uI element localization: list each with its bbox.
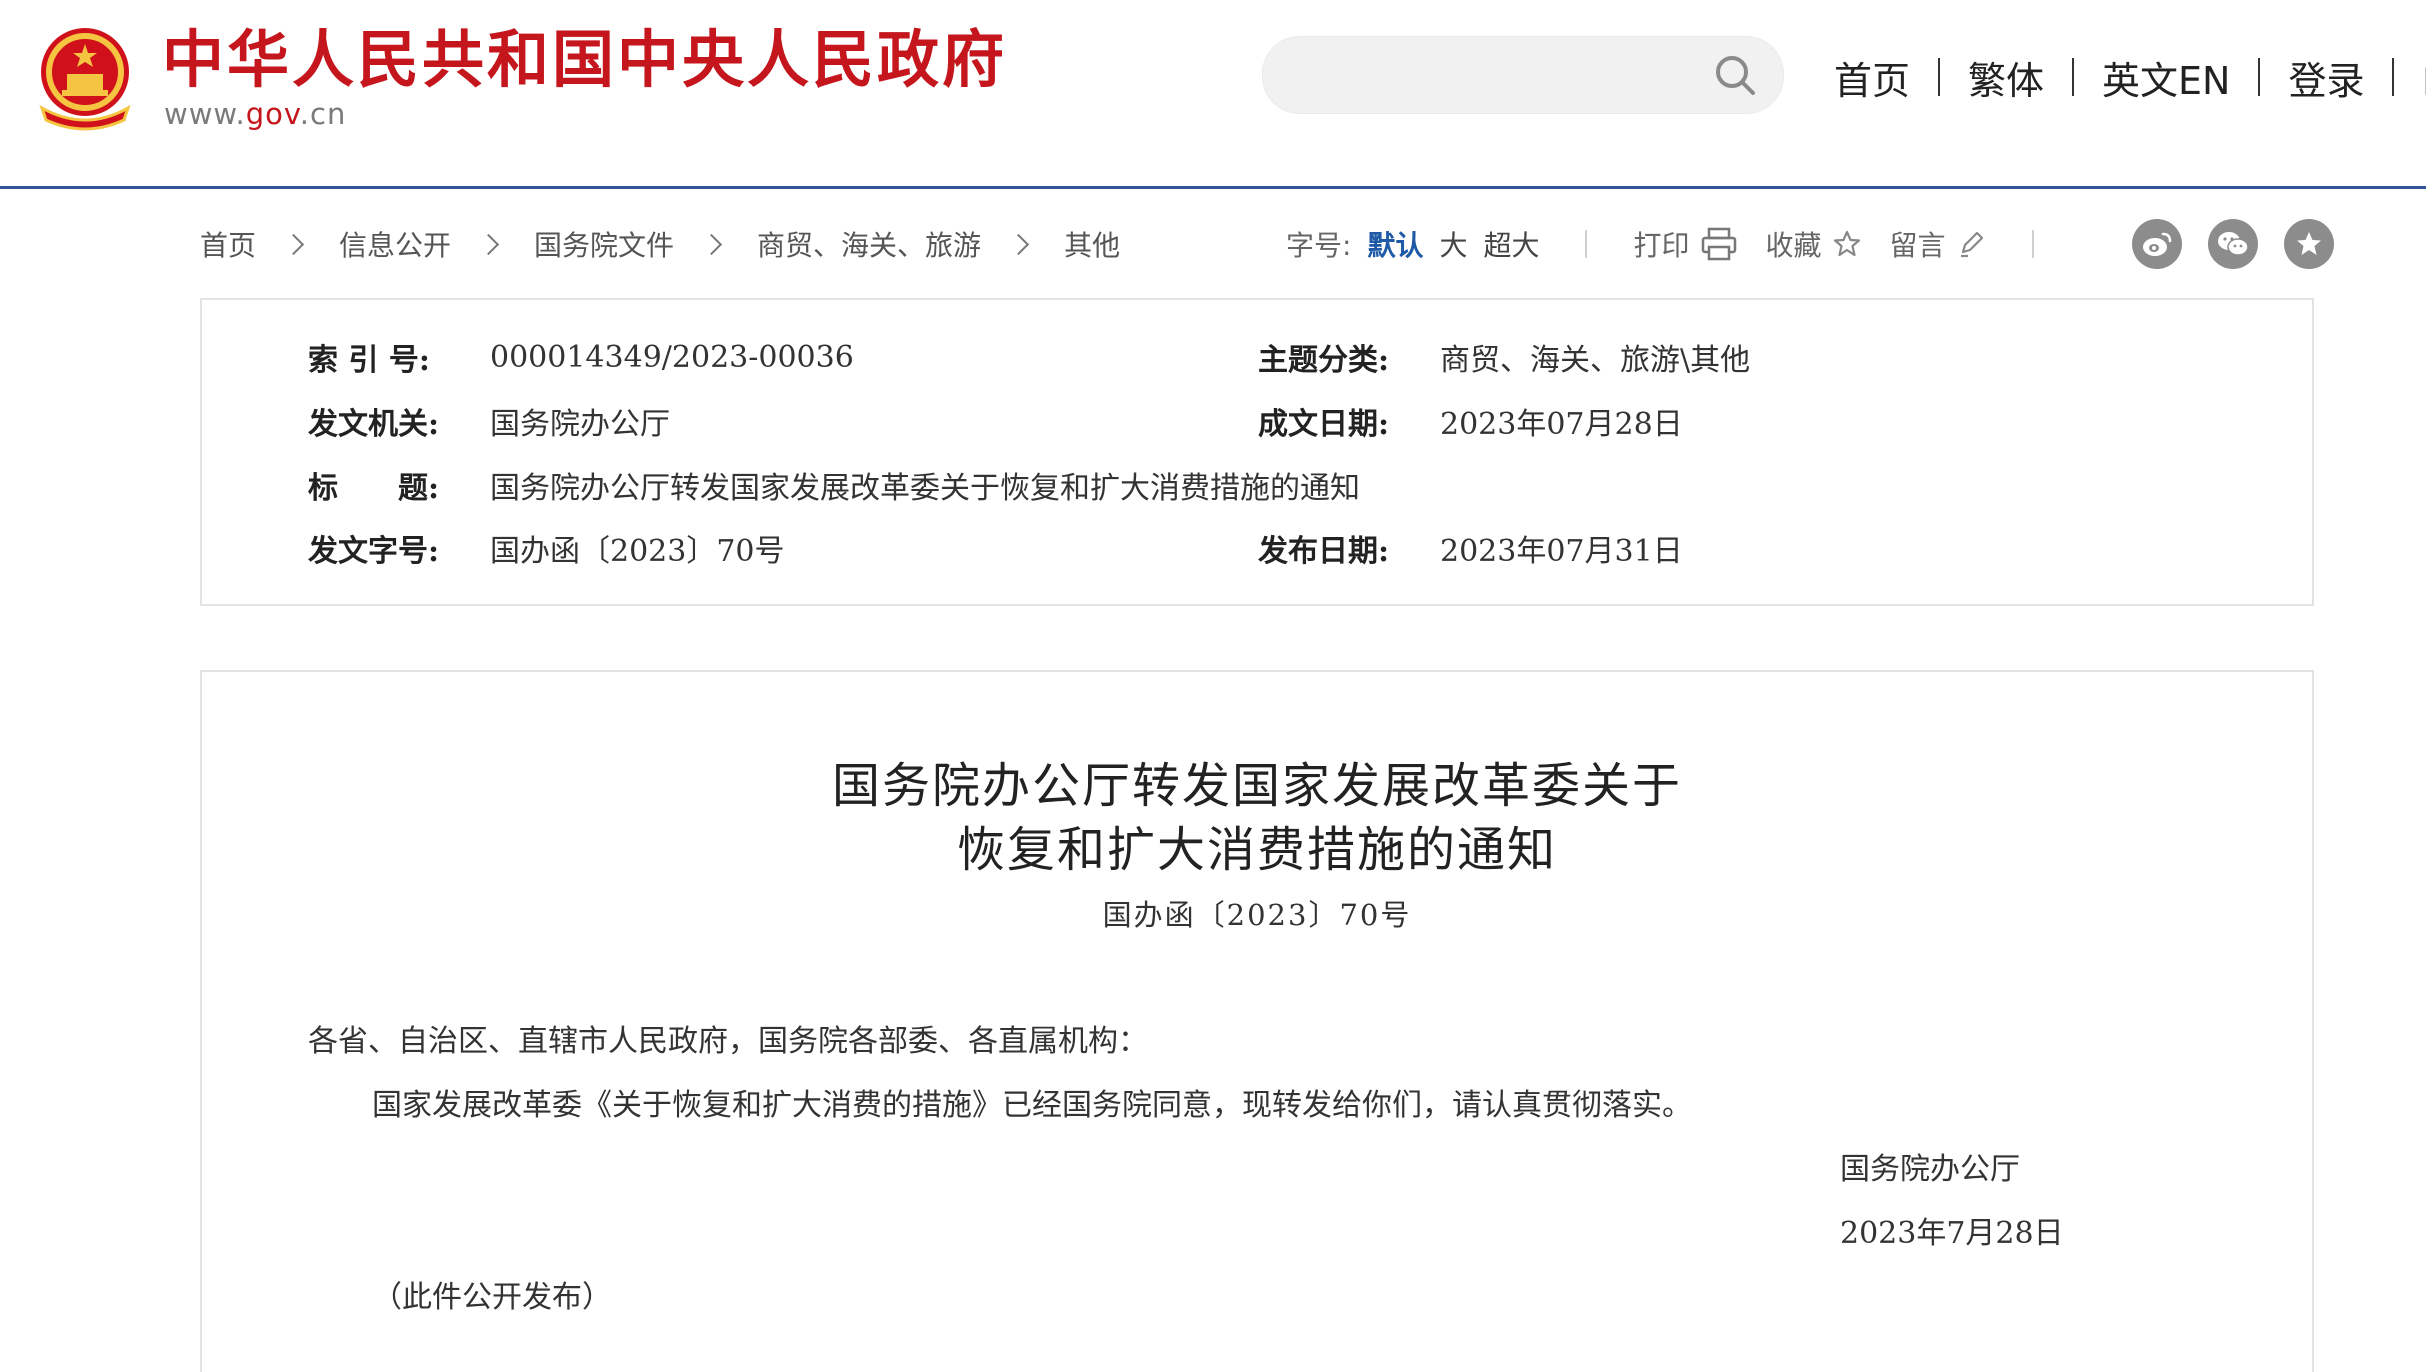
meta-title-label: 标 题: <box>308 471 440 506</box>
search-icon[interactable] <box>1711 51 1759 99</box>
favorite-button[interactable]: 收藏 <box>1766 224 1862 264</box>
breadcrumb-state-council-docs[interactable]: 国务院文件 <box>534 224 674 264</box>
article-paragraph: 国家发展改革委《关于恢复和扩大消费的措施》已经国务院同意，现转发给你们，请认真贯… <box>372 1088 1692 1123</box>
domain-prefix: www. <box>164 97 246 131</box>
breadcrumb-trade-customs-tourism[interactable]: 商贸、海关、旅游 <box>757 224 981 264</box>
article-title-line-1: 国务院办公厅转发国家发展改革委关于 <box>831 758 1682 814</box>
star-icon <box>1833 230 1860 257</box>
national-emblem-icon[interactable] <box>32 22 138 132</box>
chevron-right-icon <box>1007 233 1030 255</box>
bookmark-share-button[interactable] <box>2284 219 2334 269</box>
print-label: 打印 <box>1633 229 1690 262</box>
document-metadata: 索 引 号: 000014349/2023-00036 主题分类: 商贸、海关、… <box>200 298 2314 606</box>
breadcrumb-info-disclosure[interactable]: 信息公开 <box>339 224 451 264</box>
meta-topic-value: 商贸、海关、旅游\其他 <box>1440 343 1751 378</box>
wechat-icon <box>2218 232 2249 256</box>
top-nav: 首页 繁体 英文EN 登录 邮 <box>1834 42 2426 112</box>
meta-topic: 主题分类: 商贸、海关、旅游\其他 <box>1258 335 1750 379</box>
article-toolbar: 首页 信息公开 国务院文件 商贸、海关、旅游 其他 字号: 默认 大 超大 打印… <box>200 214 2334 274</box>
chevron-right-icon <box>282 233 305 255</box>
article-title-line-2: 恢复和扩大消费措施的通知 <box>956 822 1557 878</box>
printer-icon <box>1701 227 1736 261</box>
nav-separator <box>2258 58 2261 96</box>
nav-traditional[interactable]: 繁体 <box>1968 50 2044 105</box>
weibo-icon <box>2143 232 2172 256</box>
site-title[interactable]: 中华人民共和国中央人民政府 <box>162 18 1007 102</box>
nav-separator <box>2392 58 2395 96</box>
meta-title: 标 题: 国务院办公厅转发国家发展改革委关于恢复和扩大消费措施的通知 <box>308 463 1360 507</box>
nav-home[interactable]: 首页 <box>1834 50 1910 105</box>
chevron-right-icon <box>700 233 723 255</box>
chevron-right-icon <box>477 233 500 255</box>
meta-index-value: 000014349/2023-00036 <box>490 339 854 375</box>
nav-separator <box>1938 58 1941 96</box>
article-body: 国务院办公厅转发国家发展改革委关于 恢复和扩大消费措施的通知 国办函〔2023〕… <box>200 670 2314 1372</box>
meta-written-value: 2023年07月28日 <box>1440 407 1683 442</box>
meta-published-label: 发布日期: <box>1258 534 1390 569</box>
meta-published-date: 发布日期: 2023年07月31日 <box>1258 526 1683 570</box>
article-title: 国务院办公厅转发国家发展改革委关于 恢复和扩大消费措施的通知 <box>202 754 2312 882</box>
meta-row: 索 引 号: 000014349/2023-00036 主题分类: 商贸、海关、… <box>308 327 2208 387</box>
meta-topic-label: 主题分类: <box>1258 343 1390 378</box>
toolbar-divider <box>2031 230 2034 258</box>
toolbar-divider <box>1585 230 1588 258</box>
meta-row: 发文机关: 国务院办公厅 成文日期: 2023年07月28日 <box>308 391 2208 451</box>
domain-suffix: .cn <box>299 97 347 131</box>
font-size-large[interactable]: 大 <box>1439 224 1467 264</box>
share-buttons <box>2106 216 2334 272</box>
nav-mail[interactable]: 邮 <box>2422 50 2426 105</box>
domain-accent: gov <box>245 97 300 131</box>
meta-issuer-value: 国务院办公厅 <box>490 407 670 442</box>
nav-login[interactable]: 登录 <box>2288 50 2364 105</box>
meta-published-value: 2023年07月31日 <box>1440 534 1683 569</box>
site-header: 中华人民共和国中央人民政府 www.gov.cn 首页 繁体 英文EN 登录 邮 <box>0 0 2426 189</box>
breadcrumb: 首页 信息公开 国务院文件 商贸、海关、旅游 其他 <box>200 214 1120 274</box>
meta-title-value: 国务院办公厅转发国家发展改革委关于恢复和扩大消费措施的通知 <box>490 471 1360 506</box>
site-domain: www.gov.cn <box>164 96 346 132</box>
meta-docno-label: 发文字号: <box>308 534 440 569</box>
meta-issuer: 发文机关: 国务院办公厅 <box>308 399 1258 443</box>
meta-issuer-label: 发文机关: <box>308 407 440 442</box>
nav-separator <box>2072 58 2075 96</box>
article-date: 2023年7月28日 <box>1840 1216 2064 1251</box>
weibo-share-button[interactable] <box>2132 219 2182 269</box>
meta-docno-value: 国办函〔2023〕70号 <box>490 534 785 569</box>
breadcrumb-other[interactable]: 其他 <box>1064 224 1120 264</box>
font-size-label: 字号: <box>1286 229 1352 262</box>
comment-button[interactable]: 留言 <box>1890 224 1986 264</box>
nav-english[interactable]: 英文EN <box>2102 50 2230 105</box>
print-button[interactable]: 打印 <box>1633 224 1737 264</box>
meta-written-label: 成文日期: <box>1258 407 1390 442</box>
article-doc-number: 国办函〔2023〕70号 <box>1102 898 1412 932</box>
meta-index: 索 引 号: 000014349/2023-00036 <box>308 335 1258 379</box>
article-publish-note: （此件公开发布） <box>372 1280 612 1315</box>
meta-written-date: 成文日期: 2023年07月28日 <box>1258 399 1683 443</box>
meta-index-label: 索 引 号: <box>308 343 430 378</box>
meta-doc-number: 发文字号: 国办函〔2023〕70号 <box>308 526 1258 570</box>
comment-label: 留言 <box>1889 229 1946 262</box>
meta-row: 发文字号: 国办函〔2023〕70号 发布日期: 2023年07月31日 <box>308 518 2208 578</box>
pencil-icon <box>1960 231 1983 258</box>
font-size-extra-large[interactable]: 超大 <box>1483 224 1539 264</box>
search-input[interactable] <box>1299 51 1683 101</box>
page-tools: 字号: 默认 大 超大 打印 收藏 留言 <box>1286 214 2080 274</box>
article-salutation: 各省、自治区、直辖市人民政府，国务院各部委、各直属机构： <box>308 1024 1148 1059</box>
favorite-star-icon <box>2297 232 2321 255</box>
meta-row: 标 题: 国务院办公厅转发国家发展改革委关于恢复和扩大消费措施的通知 <box>308 455 2208 515</box>
article-signature: 国务院办公厅 <box>1840 1152 2020 1187</box>
breadcrumb-home[interactable]: 首页 <box>200 224 256 264</box>
search-box <box>1262 36 1784 114</box>
favorite-label: 收藏 <box>1765 229 1822 262</box>
wechat-share-button[interactable] <box>2208 219 2258 269</box>
font-size-default[interactable]: 默认 <box>1367 224 1423 264</box>
